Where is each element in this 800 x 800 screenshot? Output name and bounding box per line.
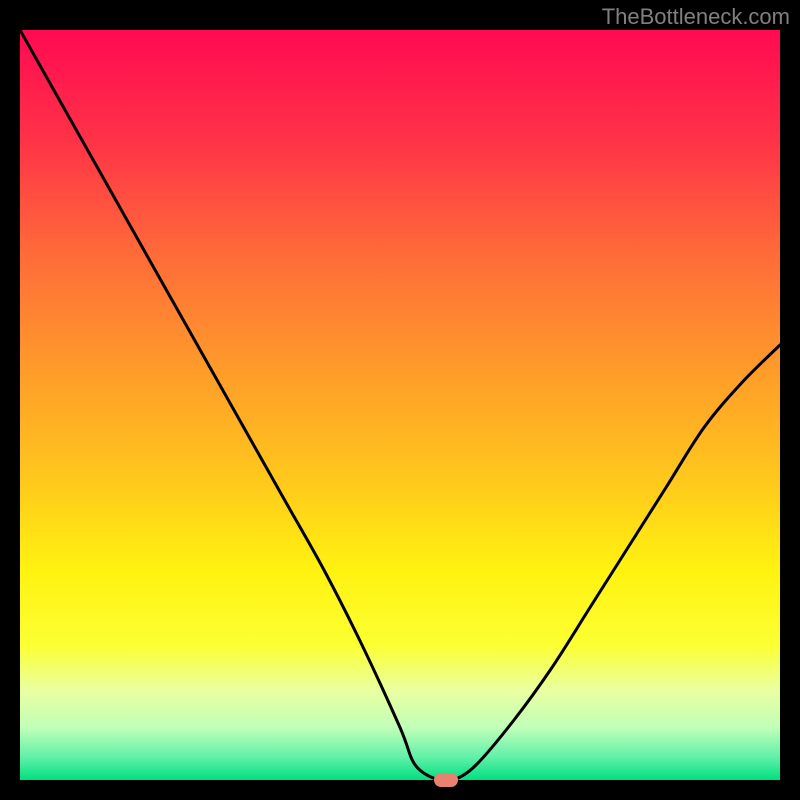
chart-plot-area — [20, 30, 780, 780]
bottleneck-curve — [20, 30, 780, 780]
optimal-point-marker — [434, 773, 458, 787]
attribution-text: TheBottleneck.com — [602, 4, 790, 30]
